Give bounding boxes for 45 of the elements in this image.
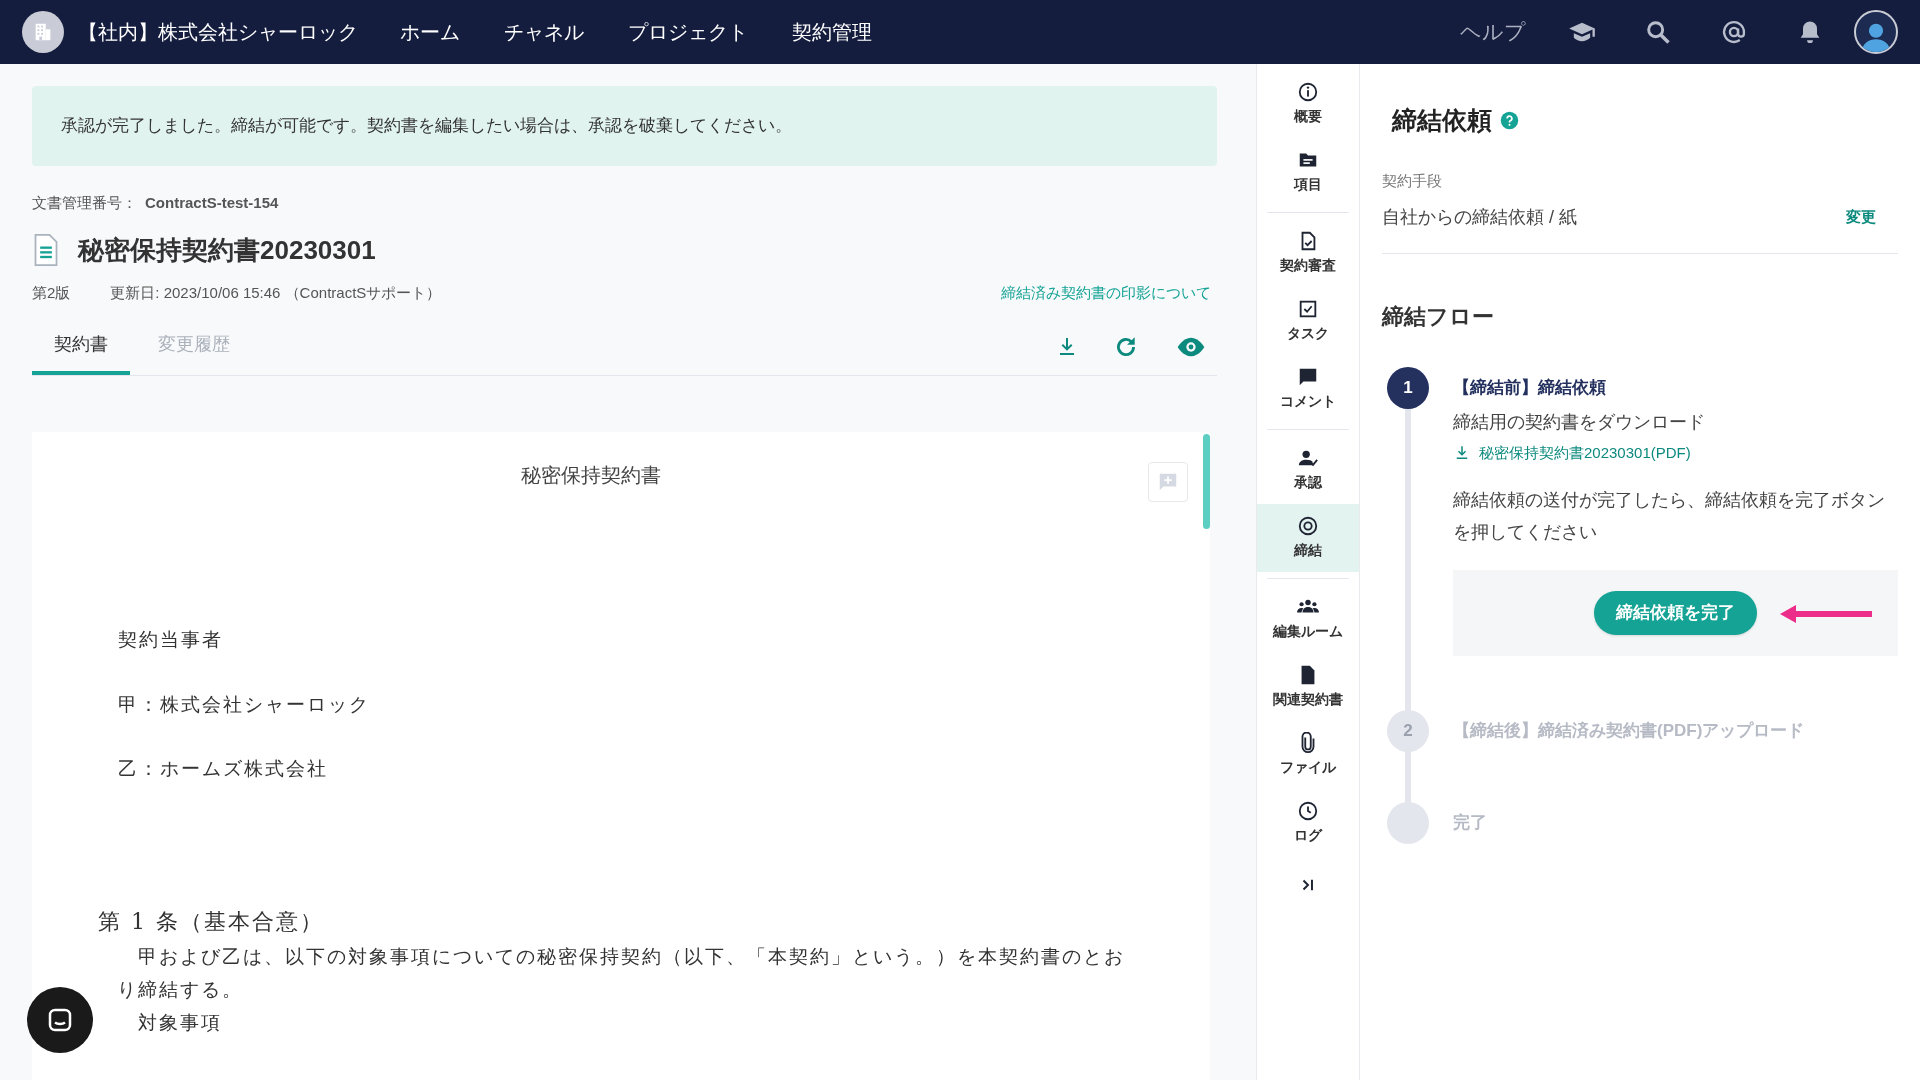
nav-link[interactable]: ホーム [400,17,460,47]
step-instruction: 締結依頼の送付が完了したら、締結依頼を完了ボタンを押してください [1453,489,1886,544]
document-paragraph: 対象事項 [137,1009,223,1035]
document-number: ContractS-test-154 [145,193,279,213]
document-number-label: 文書管理番号： [32,193,137,213]
document-paragraph: 甲：株式会社シャーロック [118,691,371,717]
tab[interactable]: 契約書 [32,318,130,375]
field-value: 自社からの締結依頼 / 紙 [1382,206,1577,229]
field-label: 契約手段 [1382,170,1443,191]
step-description: 締結用の契約書をダウンロード [1453,410,1706,434]
company-logo[interactable] [22,11,64,53]
side-nav-item[interactable]: 締結 [1257,504,1359,572]
status-banner: 承認が完了しました。締結が可能です。契約書を編集したい場合は、承認を破棄してください。 [32,86,1217,166]
document-title: 秘密保持契約書20230301 [78,233,376,267]
info-icon [1297,81,1319,103]
page-heading: 秘密保持契約書 [520,463,662,488]
step-title: 完了 [1453,812,1488,834]
at-sign-icon[interactable] [1720,18,1748,46]
nav-link[interactable]: 契約管理 [792,17,872,47]
nav-link[interactable]: チャネル [504,17,584,47]
step-title: 【締結後】締結済み契約書(PDF)アップロード [1453,720,1806,742]
article-heading: 第 1 条（基本合意） [98,907,325,936]
version-label: 第2版 [32,282,71,303]
scrollbar-thumb[interactable] [1203,434,1210,529]
document-icon [32,233,60,267]
user-avatar[interactable] [1854,10,1898,54]
help-link[interactable]: ヘルプ [1460,16,1526,48]
step-indicator: 2 [1387,710,1429,752]
step-title: 【締結前】締結依頼 [1453,377,1607,399]
help-icon[interactable] [1500,111,1519,131]
updated-info: 更新日: 2023/10/06 15:46 （ContractSサポート） [110,282,442,303]
organization-name[interactable]: 【社内】株式会社シャーロック [78,17,358,47]
section-title: 締結フロー [1382,303,1495,331]
change-link[interactable]: 変更 [1846,206,1876,229]
document-paragraph: 契約当事者 [118,627,224,652]
search-icon[interactable] [1644,18,1672,46]
target-icon [1297,515,1319,537]
document-paragraph: 乙：ホームズ株式会社 [118,756,329,781]
checkbox-icon [1297,298,1319,320]
clock-icon [1297,800,1319,822]
download-link[interactable]: 秘密保持契約書20230301(PDF) [1453,441,1898,464]
step-indicator: 1 [1387,367,1429,409]
nav-link[interactable]: プロジェクト [628,17,748,47]
panel-title: 締結依頼 [1392,105,1492,136]
document-paragraph: 甲および乙は、以下の対象事項についての秘密保持契約（以下、「本契約」という。）を本契約書のとおり締結する。 [117,943,1126,1002]
